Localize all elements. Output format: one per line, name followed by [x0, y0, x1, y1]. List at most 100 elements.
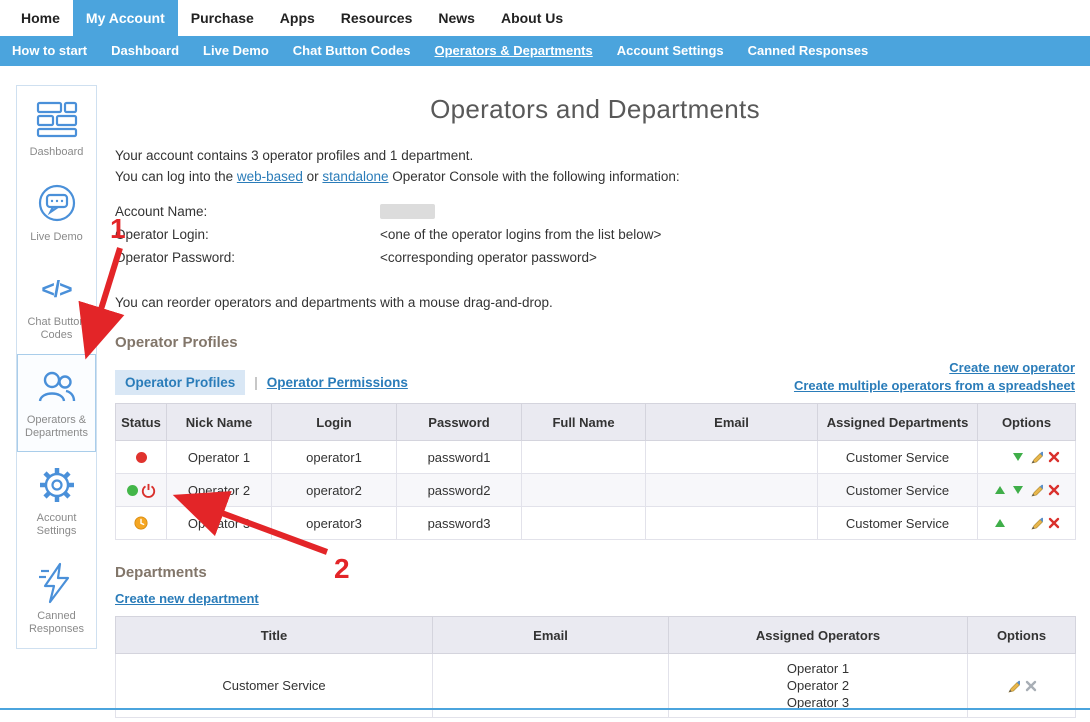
col-header-nick-name: Nick Name [167, 404, 272, 441]
reorder-note: You can reorder operators and department… [115, 295, 1075, 310]
move-down-icon[interactable] [1010, 450, 1025, 465]
sub-nav-live-demo[interactable]: Live Demo [191, 36, 281, 66]
status-away-clock-icon [134, 516, 148, 530]
sub-nav-dashboard[interactable]: Dashboard [99, 36, 191, 66]
sidebar-item-chat-button-codes[interactable]: </> Chat Button Codes [17, 256, 96, 354]
operator-password-label: Operator Password: [115, 250, 380, 265]
edit-icon[interactable] [1005, 678, 1020, 693]
sub-nav-how-to-start[interactable]: How to start [0, 36, 99, 66]
sidebar-item-canned-responses[interactable]: Canned Responses [17, 550, 96, 648]
create-links: Create new operator Create multiple oper… [794, 359, 1075, 395]
operators-icon [21, 365, 92, 409]
sidebar: Dashboard Live Demo </> Chat Button Code… [16, 85, 97, 649]
operator-1-departments: Customer Service [818, 441, 978, 474]
edit-icon[interactable] [1028, 450, 1043, 465]
intro-line-1: Your account contains 3 operator profile… [115, 145, 1075, 166]
operator-2-nick: Operator 2 [167, 474, 272, 507]
move-down-placeholder [1010, 516, 1025, 531]
top-nav-news[interactable]: News [425, 0, 488, 36]
top-navigation: Home My Account Purchase Apps Resources … [0, 0, 1090, 36]
sidebar-label-account-settings: Account Settings [21, 512, 92, 538]
delete-icon[interactable] [1046, 483, 1061, 498]
move-up-icon[interactable] [992, 483, 1007, 498]
status-online-icon [127, 485, 138, 496]
account-info: Account Name: Operator Login: <one of th… [115, 200, 1075, 269]
sub-nav-chat-button-codes[interactable]: Chat Button Codes [281, 36, 423, 66]
sub-nav-operators-departments[interactable]: Operators & Departments [423, 36, 605, 66]
operator-3-departments: Customer Service [818, 507, 978, 540]
sidebar-label-dashboard: Dashboard [21, 146, 92, 159]
operator-row-3: Operator 3 operator3 password3 Customer … [116, 507, 1076, 540]
top-nav-purchase[interactable]: Purchase [178, 0, 267, 36]
sidebar-label-chat-button-codes: Chat Button Codes [21, 316, 92, 342]
page-title: Operators and Departments [115, 94, 1075, 125]
move-up-icon[interactable] [992, 516, 1007, 531]
sub-nav-account-settings[interactable]: Account Settings [605, 36, 736, 66]
top-nav-about-us[interactable]: About Us [488, 0, 576, 36]
operator-login-label: Operator Login: [115, 227, 380, 242]
col-header-full-name: Full Name [522, 404, 646, 441]
web-based-link[interactable]: web-based [237, 169, 303, 184]
operator-2-full-name [522, 474, 646, 507]
move-up-placeholder [992, 450, 1007, 465]
sub-navigation: How to start Dashboard Live Demo Chat Bu… [0, 36, 1090, 66]
top-nav-resources[interactable]: Resources [328, 0, 426, 36]
sub-nav-canned-responses[interactable]: Canned Responses [736, 36, 881, 66]
operator-3-nick: Operator 3 [167, 507, 272, 540]
top-nav-home[interactable]: Home [8, 0, 73, 36]
operators-table-header-row: Status Nick Name Login Password Full Nam… [116, 404, 1076, 441]
tab-operator-permissions[interactable]: Operator Permissions [267, 375, 408, 390]
delete-disabled-icon [1023, 678, 1038, 693]
operator-3-full-name [522, 507, 646, 540]
operator-password-value: <corresponding operator password> [380, 250, 597, 265]
col-header-options: Options [978, 404, 1076, 441]
intro-line-2-prefix: You can log into the [115, 169, 237, 184]
operator-1-login: operator1 [272, 441, 397, 474]
sidebar-label-live-demo: Live Demo [21, 231, 92, 244]
col-header-dept-options: Options [968, 617, 1076, 654]
intro-text: Your account contains 3 operator profile… [115, 145, 1075, 187]
dashboard-icon [21, 97, 92, 141]
delete-icon[interactable] [1046, 516, 1061, 531]
code-icon: </> [21, 267, 92, 311]
logout-power-icon[interactable] [141, 483, 156, 498]
standalone-link[interactable]: standalone [322, 169, 388, 184]
create-new-operator-link[interactable]: Create new operator [794, 359, 1075, 377]
edit-icon[interactable] [1028, 483, 1043, 498]
col-header-assigned-departments: Assigned Departments [818, 404, 978, 441]
operator-1-email [646, 441, 818, 474]
operator-2-login: operator2 [272, 474, 397, 507]
sidebar-item-live-demo[interactable]: Live Demo [17, 171, 96, 256]
operator-profiles-heading: Operator Profiles [115, 334, 1075, 351]
operator-login-value: <one of the operator logins from the lis… [380, 227, 661, 242]
assigned-operator-1: Operator 1 [669, 660, 967, 677]
col-header-status: Status [116, 404, 167, 441]
chat-bubble-icon [21, 182, 92, 226]
move-down-icon[interactable] [1010, 483, 1025, 498]
sidebar-item-dashboard[interactable]: Dashboard [17, 86, 96, 171]
operators-tabs: Operator Profiles | Operator Permissions [115, 370, 408, 395]
top-nav-apps[interactable]: Apps [267, 0, 328, 36]
footer-divider [0, 708, 1090, 710]
create-multiple-operators-link[interactable]: Create multiple operators from a spreads… [794, 377, 1075, 395]
col-header-dept-email: Email [433, 617, 669, 654]
sidebar-label-canned-responses: Canned Responses [21, 610, 92, 636]
operator-3-password: password3 [397, 507, 522, 540]
sidebar-item-account-settings[interactable]: Account Settings [17, 452, 96, 550]
account-name-redacted-value [380, 204, 435, 219]
sidebar-item-operators-departments[interactable]: Operators & Departments [17, 354, 96, 452]
departments-heading: Departments [115, 564, 1075, 581]
assigned-operator-2: Operator 2 [669, 677, 967, 694]
col-header-password: Password [397, 404, 522, 441]
top-nav-my-account[interactable]: My Account [73, 0, 178, 36]
departments-table: Title Email Assigned Operators Options C… [115, 616, 1076, 718]
create-new-department-link[interactable]: Create new department [115, 591, 259, 606]
operator-1-full-name [522, 441, 646, 474]
edit-icon[interactable] [1028, 516, 1043, 531]
intro-line-2-suffix: Operator Console with the following info… [388, 169, 679, 184]
tab-operator-profiles[interactable]: Operator Profiles [115, 370, 245, 395]
operator-2-password: password2 [397, 474, 522, 507]
operator-2-email [646, 474, 818, 507]
delete-icon[interactable] [1046, 450, 1061, 465]
sidebar-label-operators-departments: Operators & Departments [21, 414, 92, 440]
